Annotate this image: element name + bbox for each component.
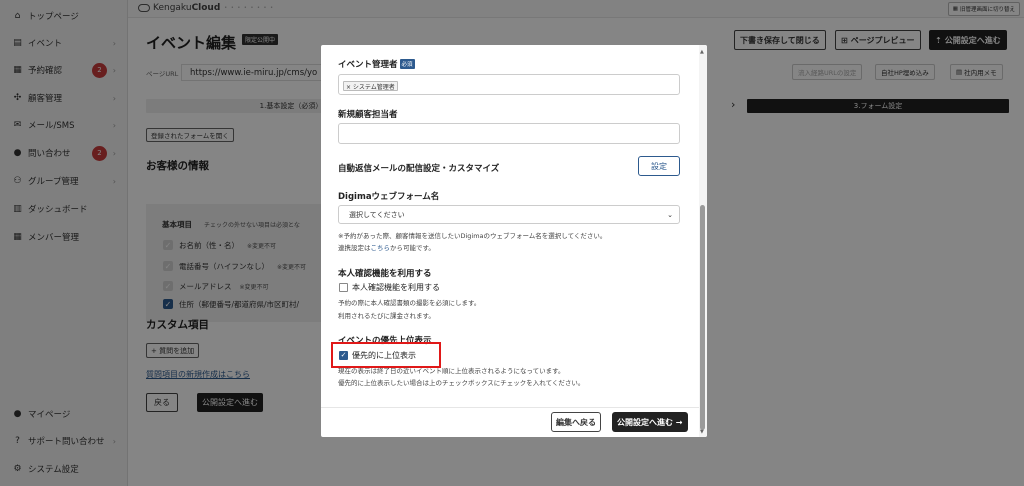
checkbox[interactable] [339, 282, 348, 292]
required-badge: 必須 [399, 59, 415, 69]
digima-form-label: Digimaウェブフォーム名 [338, 192, 440, 202]
event-settings-modal: イベント管理者 必須 × システム管理者 新規顧客担当者 自動返信メールの配信設定… [321, 45, 707, 437]
chevron-down-icon: ⌄ [667, 211, 673, 219]
auto-reply-label: 自動返信メールの配信設定・カスタマイズ [338, 164, 500, 174]
highlight-box [331, 342, 441, 368]
go-publish-button[interactable]: 公開設定へ進む → [612, 412, 688, 432]
new-customer-owner-label: 新規顧客担当者 [338, 110, 398, 120]
digima-link-note: 連携設定はこちらから可能です。 [338, 244, 435, 252]
identity-verification-label: 本人確認機能を利用する [338, 269, 432, 279]
back-to-edit-button[interactable]: 編集へ戻る [551, 412, 601, 432]
scroll-thumb[interactable] [700, 205, 705, 430]
event-manager-label: イベント管理者 必須 [338, 59, 415, 70]
identity-note: 予約の際に本人確認書類の撮影を必須にします。 [338, 299, 481, 307]
scroll-up-icon[interactable]: ▲ [700, 49, 704, 55]
digima-settings-link[interactable]: こちら [371, 244, 391, 252]
digima-form-select[interactable]: 選択してください ⌄ [338, 205, 680, 224]
priority-instruction-note: 優先的に上位表示したい場合は上のチェックボックスにチェックを入れてください。 [338, 379, 585, 387]
scroll-down-icon[interactable]: ▼ [700, 429, 704, 435]
digima-note: ※予約があった際、顧客情報を送信したいDigimaのウェブフォーム名を選択してく… [338, 232, 607, 240]
new-customer-owner-input[interactable] [338, 123, 680, 144]
scrollbar[interactable]: ▲ ▼ [699, 45, 707, 437]
priority-note: 現在の表示は終了日の近いイベント順に上位表示されるようになっています。 [338, 367, 565, 375]
event-manager-input[interactable]: × システム管理者 [338, 74, 680, 95]
settings-button[interactable]: 設定 [638, 156, 680, 176]
identity-verification-checkbox[interactable]: 本人確認機能を利用する [339, 281, 440, 293]
identity-charge-note: 利用されるたびに課金されます。 [338, 312, 435, 320]
manager-chip[interactable]: × システム管理者 [343, 81, 398, 91]
